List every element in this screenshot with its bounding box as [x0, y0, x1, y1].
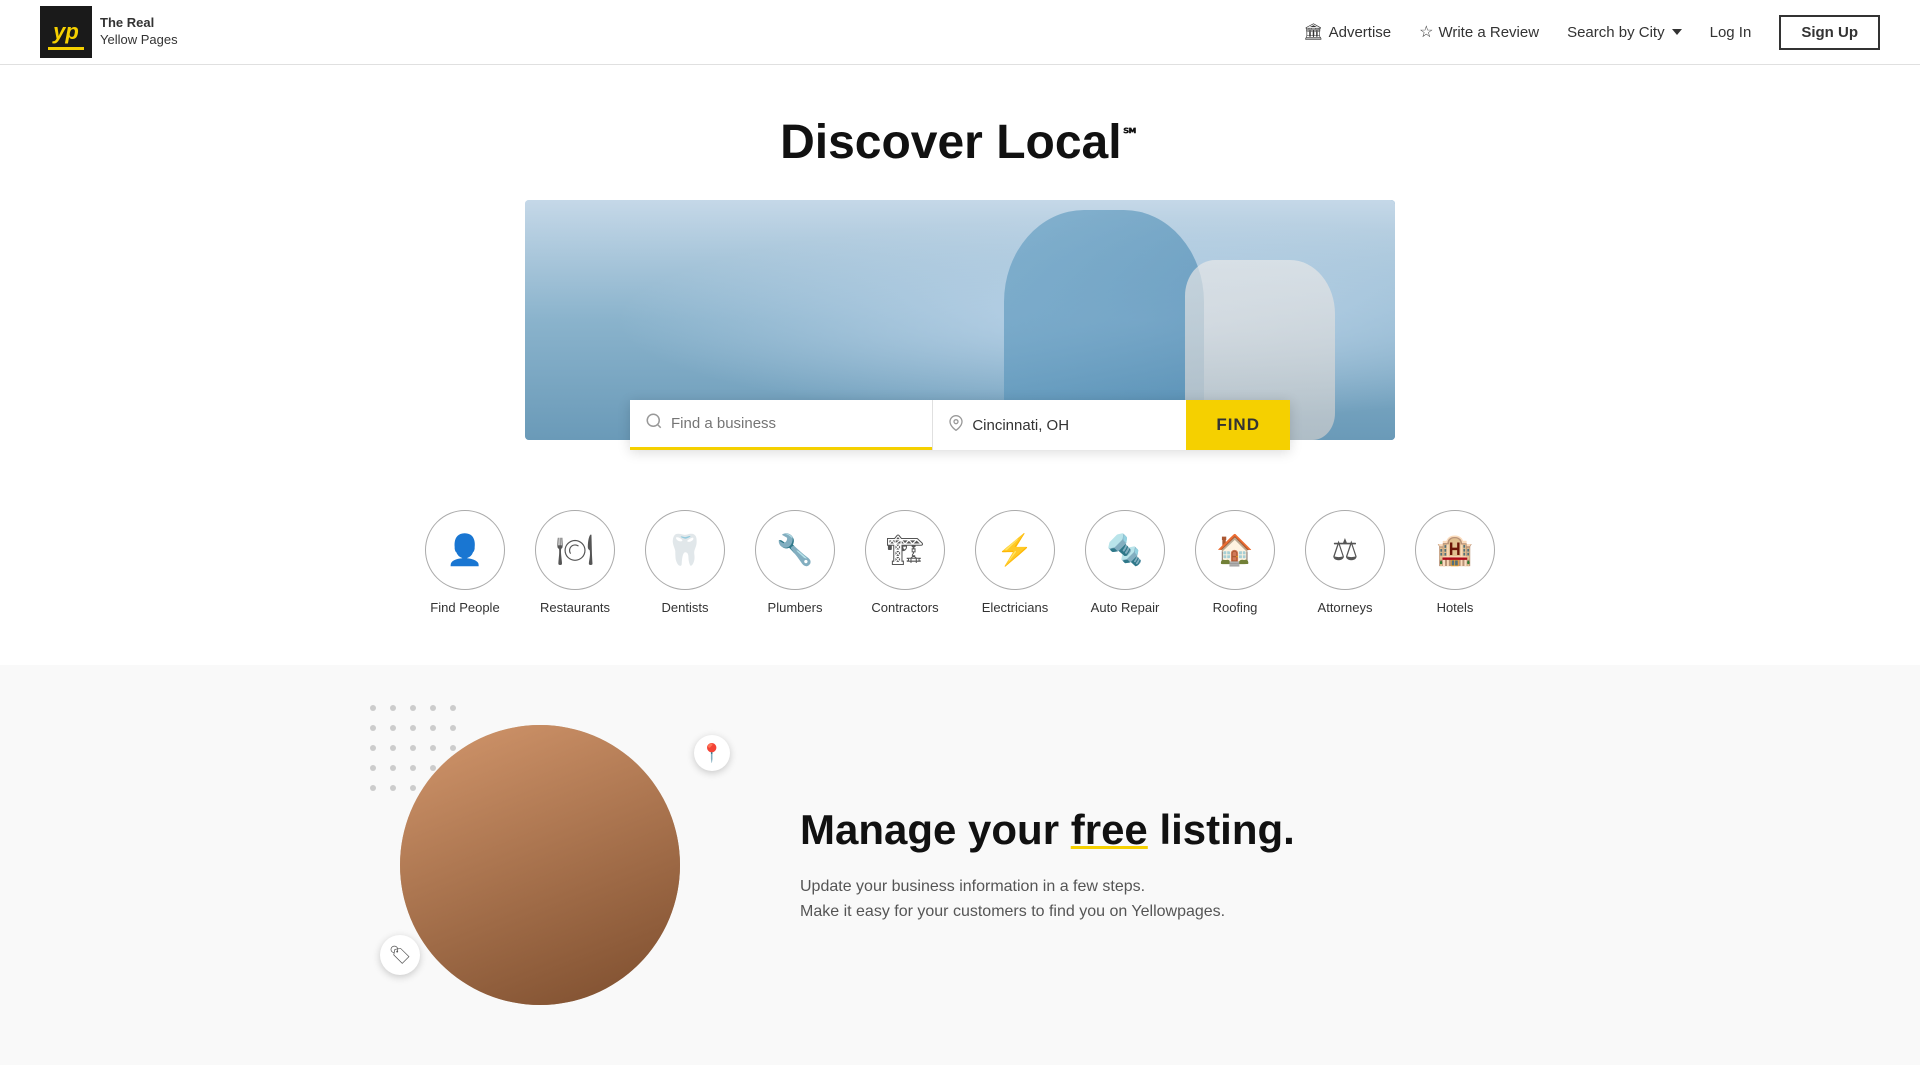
star-icon: ☆: [1419, 22, 1433, 42]
decorative-dot: [390, 705, 396, 711]
category-item-roofing[interactable]: 🏠 Roofing: [1195, 510, 1275, 615]
find-button[interactable]: FIND: [1186, 400, 1290, 450]
manage-photo-inner: [400, 725, 680, 1005]
category-icon-restaurants: 🍽: [535, 510, 615, 590]
category-icon-plumbers: 🔧: [755, 510, 835, 590]
decorative-dot: [450, 705, 456, 711]
decorative-dot: [390, 725, 396, 731]
category-item-dentists[interactable]: 🦷 Dentists: [645, 510, 725, 615]
manage-listing-section: 📍 🏷 Manage your free listing. Update you…: [0, 665, 1920, 1065]
hero-title: Discover Local℠: [0, 115, 1920, 170]
category-item-electricians[interactable]: ⚡ Electricians: [975, 510, 1055, 615]
search-bar: FIND: [630, 400, 1290, 450]
manage-heading-post: listing.: [1148, 806, 1295, 853]
category-label-roofing: Roofing: [1213, 600, 1258, 615]
write-review-link[interactable]: ☆ Write a Review: [1419, 22, 1539, 42]
decorative-dot: [390, 745, 396, 751]
search-by-city-link[interactable]: Search by City: [1567, 24, 1682, 41]
location-input[interactable]: [972, 402, 1171, 449]
decorative-dot: [370, 785, 376, 791]
location-pin-icon: [948, 415, 964, 436]
category-icon-auto-repair: 🔩: [1085, 510, 1165, 590]
main-content: Discover Local℠: [0, 65, 1920, 1065]
search-icon: [645, 412, 663, 435]
location-input-wrapper: [932, 400, 1186, 450]
decorative-dot: [370, 745, 376, 751]
category-icon-find-people: 👤: [425, 510, 505, 590]
manage-circle-photo: [400, 725, 680, 1005]
category-item-restaurants[interactable]: 🍽 Restaurants: [535, 510, 615, 615]
category-icon-roofing: 🏠: [1195, 510, 1275, 590]
category-label-find-people: Find People: [430, 600, 499, 615]
hero-title-text: Discover Local: [780, 116, 1121, 169]
decorative-dot: [410, 705, 416, 711]
category-item-hotels[interactable]: 🏨 Hotels: [1415, 510, 1495, 615]
logo-tagline-line2: Yellow Pages: [100, 32, 178, 49]
search-bar-wrapper: FIND: [0, 400, 1920, 470]
logo-link[interactable]: yp The Real Yellow Pages: [40, 6, 178, 58]
category-item-find-people[interactable]: 👤 Find People: [425, 510, 505, 615]
signup-button[interactable]: Sign Up: [1779, 15, 1880, 50]
hero-section: Discover Local℠: [0, 65, 1920, 440]
chevron-down-icon: [1672, 29, 1682, 35]
manage-heading-pre: Manage your: [800, 806, 1071, 853]
signup-label: Sign Up: [1801, 24, 1858, 41]
search-input-wrapper: [630, 400, 932, 450]
login-link[interactable]: Log In: [1710, 24, 1752, 41]
manage-heading: Manage your free listing.: [800, 805, 1520, 855]
logo-underline: [48, 47, 84, 50]
header: yp The Real Yellow Pages 🏛 Advertise ☆ W…: [0, 0, 1920, 65]
category-label-dentists: Dentists: [662, 600, 709, 615]
manage-heading-free: free: [1071, 806, 1148, 853]
category-label-electricians: Electricians: [982, 600, 1048, 615]
category-icon-contractors: 🏗: [865, 510, 945, 590]
advertise-label: Advertise: [1329, 24, 1392, 41]
price-tag-icon: 🏷: [380, 935, 420, 975]
logo-tagline: The Real Yellow Pages: [100, 15, 178, 49]
business-search-input[interactable]: [671, 400, 917, 447]
categories-grid: 👤 Find People 🍽 Restaurants 🦷 Dentists 🔧 Plumbe…: [425, 510, 1495, 615]
decorative-dot: [430, 705, 436, 711]
decorative-dot: [390, 785, 396, 791]
logo-box: yp: [40, 6, 92, 58]
main-nav: 🏛 Advertise ☆ Write a Review Search by C…: [1303, 15, 1880, 50]
category-label-hotels: Hotels: [1437, 600, 1474, 615]
categories-section: 👤 Find People 🍽 Restaurants 🦷 Dentists 🔧 Plumbe…: [0, 470, 1920, 665]
decorative-dot: [370, 725, 376, 731]
advertise-link[interactable]: 🏛 Advertise: [1303, 22, 1391, 42]
category-item-auto-repair[interactable]: 🔩 Auto Repair: [1085, 510, 1165, 615]
decorative-dot: [370, 765, 376, 771]
hero-title-sup: ℠: [1122, 125, 1140, 145]
category-item-contractors[interactable]: 🏗 Contractors: [865, 510, 945, 615]
category-label-attorneys: Attorneys: [1318, 600, 1373, 615]
manage-image-area: 📍 🏷: [400, 725, 720, 1005]
category-icon-dentists: 🦷: [645, 510, 725, 590]
advertise-icon: 🏛: [1303, 22, 1323, 42]
manage-subtext: Update your business information in a fe…: [800, 874, 1520, 925]
manage-subtext-line2: Make it easy for your customers to find …: [800, 903, 1225, 920]
category-label-plumbers: Plumbers: [768, 600, 823, 615]
manage-listing-inner: 📍 🏷 Manage your free listing. Update you…: [360, 725, 1560, 1005]
category-label-contractors: Contractors: [871, 600, 938, 615]
write-review-label: Write a Review: [1438, 24, 1539, 41]
find-button-label: FIND: [1216, 415, 1260, 434]
yp-logo-text: yp: [53, 19, 79, 45]
search-by-city-label: Search by City: [1567, 24, 1665, 41]
manage-subtext-line1: Update your business information in a fe…: [800, 878, 1145, 895]
decorative-dot: [370, 705, 376, 711]
category-item-plumbers[interactable]: 🔧 Plumbers: [755, 510, 835, 615]
logo-tagline-line1: The Real: [100, 15, 178, 32]
map-pin-icon: 📍: [694, 735, 730, 771]
category-label-auto-repair: Auto Repair: [1091, 600, 1160, 615]
category-item-attorneys[interactable]: ⚖ Attorneys: [1305, 510, 1385, 615]
category-label-restaurants: Restaurants: [540, 600, 610, 615]
decorative-dot: [390, 765, 396, 771]
category-icon-electricians: ⚡: [975, 510, 1055, 590]
login-label: Log In: [1710, 24, 1752, 41]
category-icon-hotels: 🏨: [1415, 510, 1495, 590]
category-icon-attorneys: ⚖: [1305, 510, 1385, 590]
manage-text-area: Manage your free listing. Update your bu…: [800, 805, 1520, 925]
